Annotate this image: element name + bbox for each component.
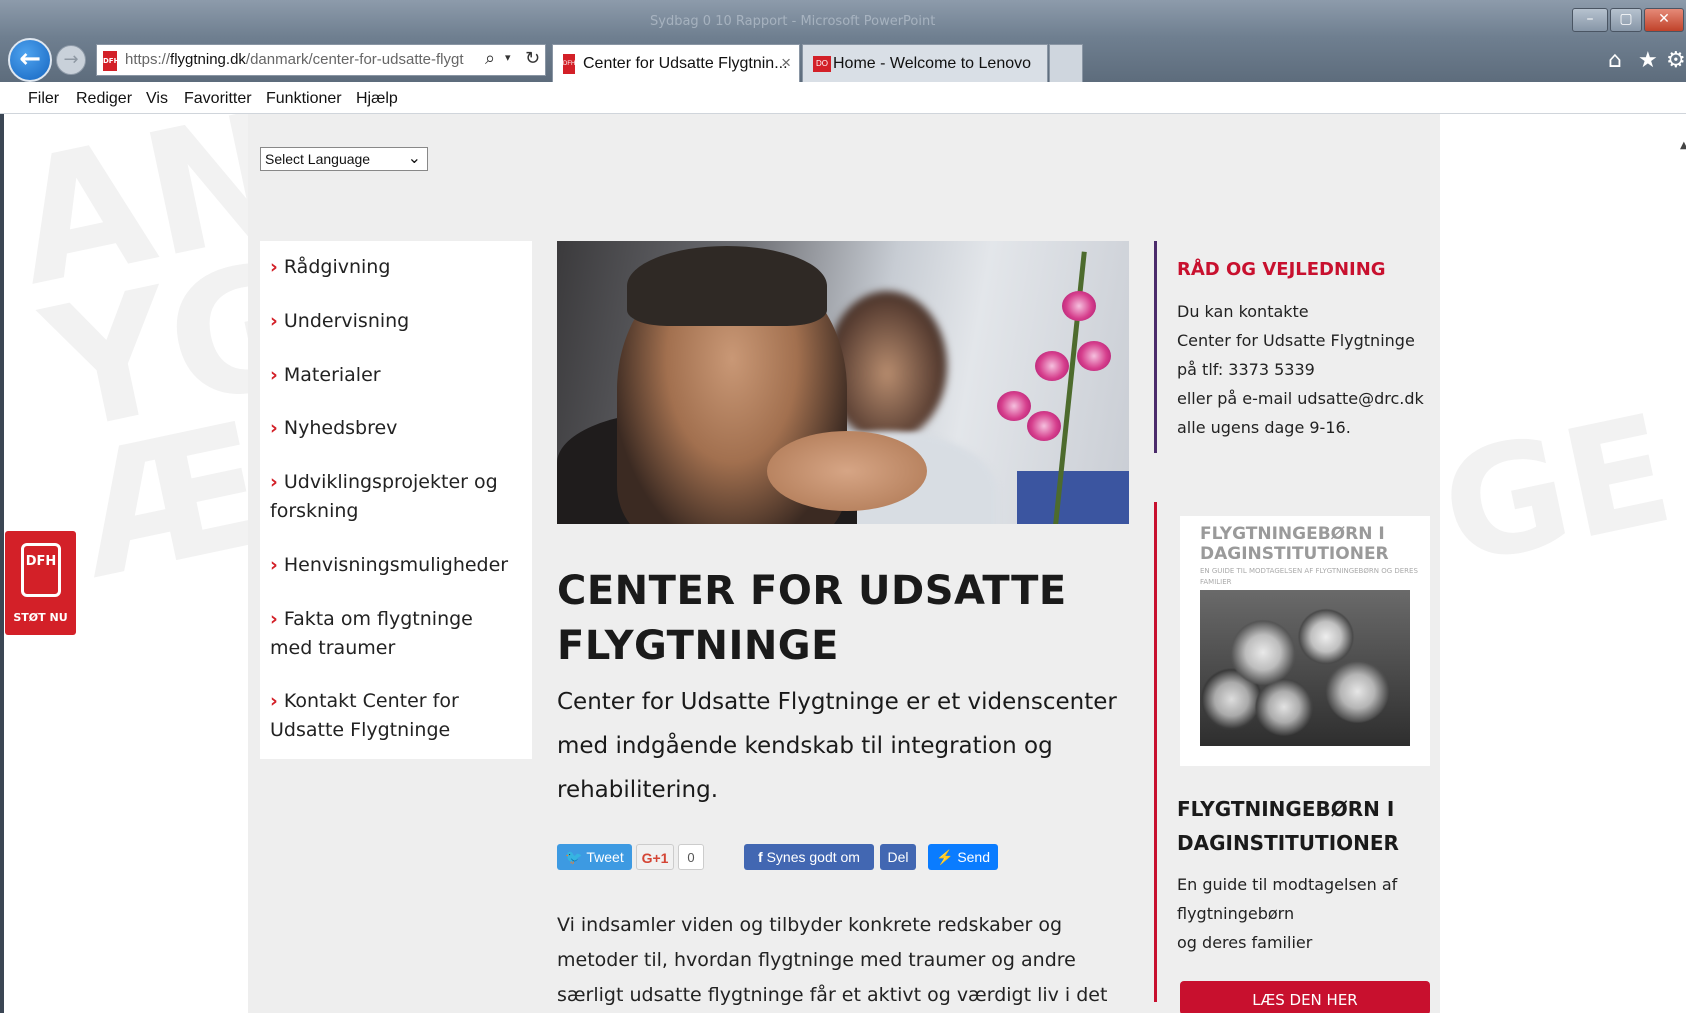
- chevron-down-icon: ⌄: [407, 150, 421, 167]
- background-watermark: GE: [1428, 382, 1686, 600]
- orchid-flower: [1077, 341, 1111, 371]
- tab-center-for-udsatte[interactable]: DFH Center for Udsatte Flygtnin... ×: [552, 44, 800, 82]
- orchid-flower: [1035, 351, 1069, 381]
- hero-figure: [627, 246, 827, 326]
- nav-item-undervisning[interactable]: › Undervisning: [270, 307, 520, 336]
- chevron-down-icon[interactable]: ▾: [505, 51, 511, 64]
- nav-item-materialer[interactable]: › Materialer: [270, 361, 520, 390]
- tab-favicon-icon: DFH: [563, 54, 575, 74]
- forward-arrow-icon[interactable]: →: [56, 45, 86, 75]
- menu-rediger[interactable]: Rediger: [76, 90, 132, 108]
- menu-hjaelp[interactable]: Hjælp: [356, 90, 398, 108]
- hero-image: [557, 241, 1129, 524]
- tab-favicon-icon: DO: [813, 56, 831, 72]
- back-arrow-icon[interactable]: ←: [8, 38, 52, 82]
- guide-cover-image[interactable]: FLYGTNINGEBØRN I DAGINSTITUTIONER EN GUI…: [1180, 516, 1430, 766]
- menu-bar: Filer Rediger Vis Favoritter Funktioner …: [0, 82, 1686, 114]
- gear-icon[interactable]: ⚙: [1666, 48, 1686, 73]
- hero-background: [1017, 471, 1129, 524]
- chevron-right-icon: ›: [270, 554, 278, 576]
- tab-title: Home - Welcome to Lenovo: [833, 55, 1032, 72]
- nav-item-henvisningsmuligheder[interactable]: › Henvisningsmuligheder: [270, 551, 520, 580]
- search-icon[interactable]: ⌕: [485, 48, 495, 69]
- email-text[interactable]: eller på e-mail udsatte@drc.dk: [1177, 384, 1437, 413]
- tab-lenovo[interactable]: DO Home - Welcome to Lenovo: [802, 44, 1048, 82]
- side-nav: › Rådgivning › Undervisning › Materialer…: [260, 241, 532, 759]
- advice-title: RÅD OG VEJLEDNING: [1177, 259, 1386, 280]
- minimize-button[interactable]: –: [1572, 8, 1608, 32]
- chevron-right-icon: ›: [270, 310, 278, 332]
- tweet-button[interactable]: 🐦 Tweet: [557, 844, 632, 870]
- chevron-right-icon: ›: [270, 417, 278, 439]
- guide-box: FLYGTNINGEBØRN I DAGINSTITUTIONER EN GUI…: [1154, 502, 1430, 1013]
- language-select-value: Select Language: [265, 151, 371, 167]
- menu-funktioner[interactable]: Funktioner: [266, 90, 342, 108]
- chevron-right-icon: ›: [270, 608, 278, 630]
- orchid-flower: [997, 391, 1031, 421]
- browser-titlebar: Sydbag 0 10 Rapport - Microsoft PowerPoi…: [0, 0, 1686, 82]
- page-title: CENTER FOR UDSATTE FLYGTNINGE: [557, 568, 1067, 669]
- facebook-like-button[interactable]: f Synes godt om: [744, 844, 874, 870]
- support-button[interactable]: DFH STØT NU: [5, 531, 76, 635]
- nav-item-kontakt[interactable]: › Kontakt Center for Udsatte Flygtninge: [270, 687, 520, 745]
- body-paragraph: Vi indsamler viden og tilbyder konkrete …: [557, 914, 1108, 1006]
- orchid-flower: [1062, 291, 1096, 321]
- address-bar[interactable]: DFH https://flygtning.dk/danmark/center-…: [96, 44, 546, 76]
- address-url[interactable]: https://flygtning.dk/danmark/center-for-…: [125, 51, 465, 68]
- chevron-right-icon: ›: [270, 690, 278, 712]
- advice-body: Du kan kontakte Center for Udsatte Flygt…: [1177, 297, 1437, 442]
- guide-description: En guide til modtagelsen af flygtningebø…: [1177, 875, 1398, 952]
- advice-box: RÅD OG VEJLEDNING Du kan kontakte Center…: [1154, 241, 1430, 453]
- home-icon[interactable]: ⌂: [1608, 48, 1622, 73]
- language-select[interactable]: Select Language ⌄: [260, 147, 428, 171]
- tab-title: Center for Udsatte Flygtnin...: [583, 55, 788, 72]
- facebook-share-button[interactable]: Del: [880, 844, 916, 870]
- messenger-send-button[interactable]: ⚡ Send: [928, 844, 998, 870]
- nav-item-raadgivning[interactable]: › Rådgivning: [270, 253, 520, 282]
- scroll-up-icon[interactable]: ▲: [1680, 140, 1686, 151]
- nav-item-nyhedsbrev[interactable]: › Nyhedsbrev: [270, 414, 520, 443]
- orchid-flower: [1027, 411, 1061, 441]
- refresh-icon[interactable]: ↻: [525, 48, 540, 69]
- support-label: STØT NU: [13, 611, 68, 624]
- window-title: Sydbag 0 10 Rapport - Microsoft PowerPoi…: [650, 14, 936, 29]
- chevron-right-icon: ›: [270, 364, 278, 386]
- read-guide-button[interactable]: LÆS DEN HER: [1180, 981, 1430, 1013]
- site-favicon-icon: DFH: [103, 51, 119, 71]
- cover-title: FLYGTNINGEBØRN I DAGINSTITUTIONER: [1200, 524, 1389, 564]
- maximize-button[interactable]: ▢: [1610, 8, 1642, 32]
- nav-item-fakta[interactable]: › Fakta om flygtninge med traumer: [270, 605, 520, 663]
- google-plus-count: 0: [678, 844, 704, 870]
- menu-favoritter[interactable]: Favoritter: [184, 90, 252, 108]
- menu-filer[interactable]: Filer: [28, 90, 59, 108]
- menu-vis[interactable]: Vis: [146, 90, 168, 108]
- close-window-button[interactable]: ✕: [1644, 8, 1684, 32]
- new-tab-button[interactable]: [1049, 44, 1083, 82]
- chevron-right-icon: ›: [270, 471, 278, 493]
- cover-subtitle: EN GUIDE TIL MODTAGELSEN AF FLYGTNINGEBØ…: [1200, 567, 1418, 586]
- lead-paragraph: Center for Udsatte Flygtninge er et vide…: [557, 689, 1117, 803]
- close-tab-icon[interactable]: ×: [781, 53, 791, 73]
- nav-item-udviklingsprojekter[interactable]: › Udviklingsprojekter og forskning: [270, 468, 520, 526]
- chevron-right-icon: ›: [270, 256, 278, 278]
- star-icon[interactable]: ★: [1638, 48, 1658, 73]
- hero-hands: [767, 431, 927, 511]
- cover-photo: [1200, 590, 1410, 746]
- dfh-logo-icon: DFH: [21, 543, 61, 597]
- guide-title: FLYGTNINGEBØRN I DAGINSTITUTIONER: [1177, 797, 1399, 855]
- google-plus-button[interactable]: G+1: [636, 844, 674, 870]
